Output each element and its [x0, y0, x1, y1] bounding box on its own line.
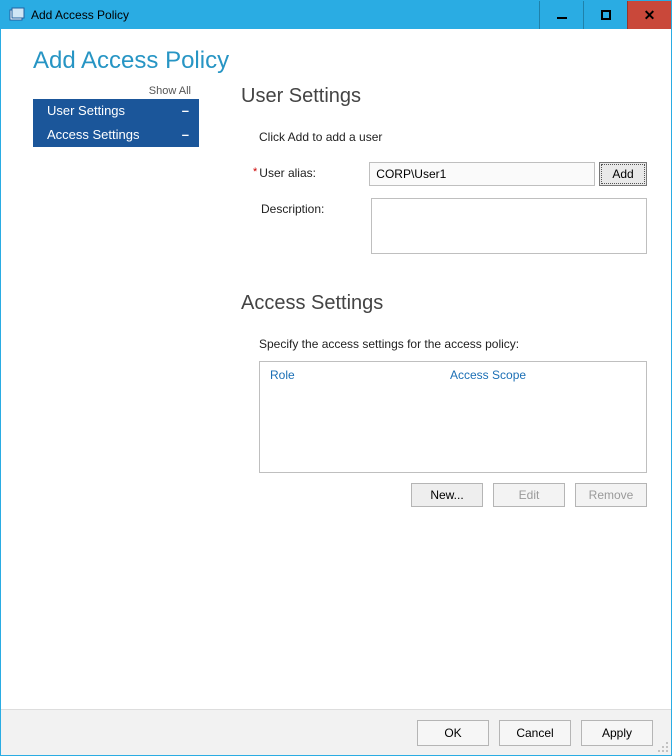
close-button[interactable]: ✕: [627, 1, 671, 29]
app-icon: [7, 5, 27, 25]
window-frame: Add Access Policy ✕ Add Access Policy Sh…: [0, 0, 672, 756]
input-description[interactable]: [371, 198, 647, 254]
access-settings-hint: Specify the access settings for the acce…: [259, 337, 647, 351]
column-header-scope[interactable]: Access Scope: [450, 368, 636, 382]
sidebar-item-access-settings[interactable]: Access Settings –: [33, 123, 199, 147]
row-user-alias: * User alias: Add: [253, 162, 647, 186]
input-user-alias[interactable]: [369, 162, 595, 186]
window-controls: ✕: [539, 1, 671, 29]
grid-header-row: Role Access Scope: [260, 362, 646, 388]
column-header-role[interactable]: Role: [270, 368, 450, 382]
ok-button[interactable]: OK: [417, 720, 489, 746]
row-description: Description:: [253, 198, 647, 254]
edit-button: Edit: [493, 483, 565, 507]
sidebar-item-user-settings[interactable]: User Settings –: [33, 99, 199, 123]
required-star-icon: *: [253, 166, 257, 178]
titlebar[interactable]: Add Access Policy ✕: [1, 1, 671, 29]
collapse-icon: –: [182, 103, 189, 118]
resize-grip-icon[interactable]: [655, 739, 669, 753]
apply-button[interactable]: Apply: [581, 720, 653, 746]
label-description: Description:: [261, 198, 371, 216]
maximize-button[interactable]: [583, 1, 627, 29]
sidebar-item-label: User Settings: [47, 103, 125, 118]
section-title-access-settings: Access Settings: [241, 292, 647, 315]
show-all-link[interactable]: Show All: [33, 85, 199, 99]
section-title-user-settings: User Settings: [241, 85, 647, 108]
dialog-footer: OK Cancel Apply: [1, 709, 671, 755]
add-user-button[interactable]: Add: [599, 162, 647, 186]
new-button[interactable]: New...: [411, 483, 483, 507]
sidebar: Show All User Settings – Access Settings…: [1, 85, 199, 709]
remove-button: Remove: [575, 483, 647, 507]
sidebar-item-label: Access Settings: [47, 127, 140, 142]
label-user-alias: User alias:: [259, 162, 369, 180]
cancel-button[interactable]: Cancel: [499, 720, 571, 746]
page-title: Add Access Policy: [33, 47, 671, 75]
access-settings-grid[interactable]: Role Access Scope: [259, 361, 647, 473]
user-settings-hint: Click Add to add a user: [259, 130, 647, 144]
window-title: Add Access Policy: [31, 8, 129, 22]
main-pane: User Settings Click Add to add a user * …: [199, 85, 647, 709]
minimize-button[interactable]: [539, 1, 583, 29]
collapse-icon: –: [182, 127, 189, 142]
